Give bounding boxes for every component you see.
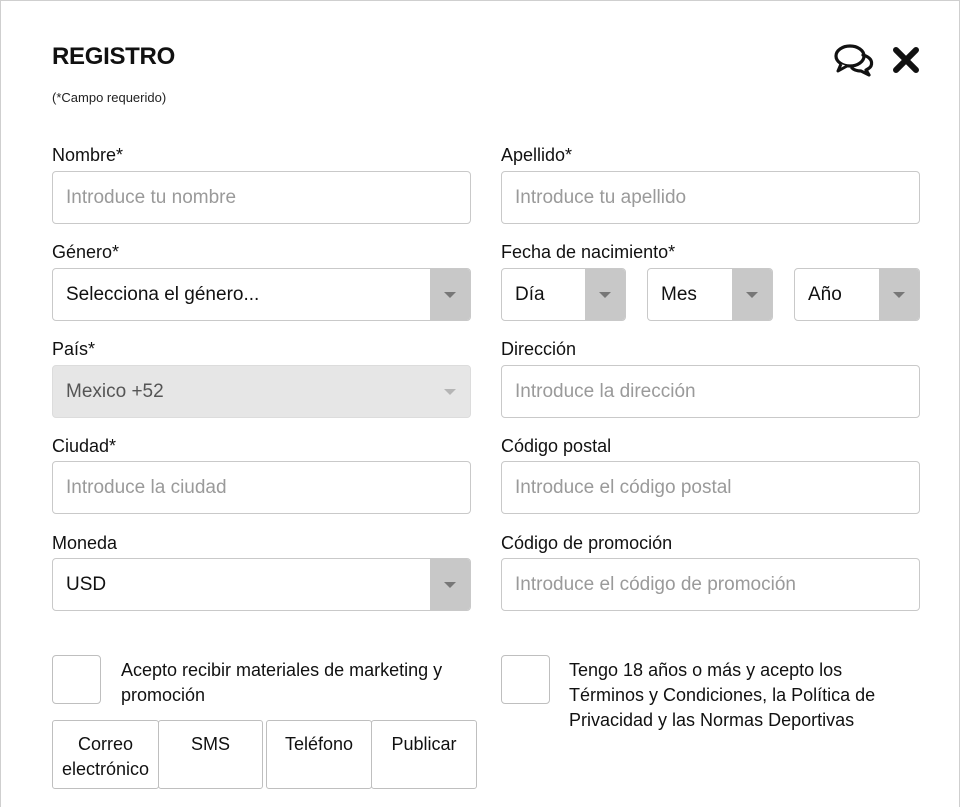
required-note: (*Campo requerido): [52, 90, 167, 105]
first-name-label: Nombre*: [52, 145, 124, 165]
birth-year-select[interactable]: Año: [794, 268, 920, 321]
channel-email-label: Correo: [77, 734, 134, 754]
dropdown-arrow-icon[interactable]: [430, 559, 470, 610]
gender-label: Género*: [52, 242, 120, 262]
country-label: País*: [52, 339, 96, 359]
channel-post-button[interactable]: Publicar: [371, 720, 477, 789]
promo-code-field[interactable]: [501, 558, 920, 611]
chat-bubbles-icon[interactable]: [833, 43, 875, 77]
address-label: Dirección: [501, 339, 577, 359]
close-icon[interactable]: [891, 45, 921, 75]
city-field[interactable]: [52, 461, 471, 514]
marketing-consent-line: Acepto recibir materiales de marketing y: [121, 660, 443, 680]
gender-select-value: Selecciona el género...: [66, 283, 260, 305]
birth-year-value: Año: [808, 283, 842, 305]
marketing-consent-text: Acepto recibir materiales de marketing y…: [121, 658, 442, 708]
registration-modal: REGISTRO (*Campo requerido) Nombre* Apel…: [0, 0, 960, 807]
dropdown-arrow-icon: [430, 366, 470, 417]
birth-month-value: Mes: [661, 283, 697, 305]
age-terms-line: Términos y Condiciones, la Política de: [569, 685, 876, 705]
address-input[interactable]: [515, 366, 919, 417]
last-name-field[interactable]: [501, 171, 920, 224]
last-name-input[interactable]: [515, 172, 919, 223]
page-title: REGISTRO: [52, 43, 175, 70]
city-label: Ciudad*: [52, 436, 117, 456]
channel-email-button[interactable]: Correo electrónico: [52, 720, 159, 789]
promo-code-label: Código de promoción: [501, 533, 673, 553]
marketing-checkbox[interactable]: [52, 655, 101, 704]
dropdown-arrow-icon[interactable]: [879, 269, 919, 320]
first-name-input[interactable]: [66, 172, 470, 223]
channel-email-label: electrónico: [61, 759, 150, 779]
postal-code-input[interactable]: [515, 462, 919, 513]
age-terms-text: Tengo 18 años o más y acepto los Término…: [569, 658, 875, 733]
promo-code-input[interactable]: [515, 559, 919, 610]
address-field[interactable]: [501, 365, 920, 418]
currency-select-value: USD: [66, 573, 107, 595]
birth-day-select[interactable]: Día: [501, 268, 626, 321]
dropdown-arrow-icon[interactable]: [430, 269, 470, 320]
currency-label: Moneda: [52, 533, 118, 553]
last-name-label: Apellido*: [501, 145, 573, 165]
marketing-consent-line: promoción: [121, 685, 206, 705]
postal-code-field[interactable]: [501, 461, 920, 514]
country-select-value: Mexico +52: [66, 380, 164, 402]
birth-date-label: Fecha de nacimiento*: [501, 242, 676, 262]
birth-month-select[interactable]: Mes: [647, 268, 773, 321]
dropdown-arrow-icon[interactable]: [732, 269, 772, 320]
city-input[interactable]: [66, 462, 470, 513]
channel-phone-button[interactable]: Teléfono: [266, 720, 372, 789]
first-name-field[interactable]: [52, 171, 471, 224]
country-select: Mexico +52: [52, 365, 471, 418]
age-terms-checkbox[interactable]: [501, 655, 550, 704]
birth-day-value: Día: [515, 283, 545, 305]
gender-select[interactable]: Selecciona el género...: [52, 268, 471, 321]
postal-code-label: Código postal: [501, 436, 612, 456]
age-terms-line: Tengo 18 años o más y acepto los: [569, 660, 843, 680]
age-terms-line: Privacidad y las Normas Deportivas: [569, 710, 855, 730]
channel-sms-button[interactable]: SMS: [158, 720, 263, 789]
dropdown-arrow-icon[interactable]: [585, 269, 625, 320]
currency-select[interactable]: USD: [52, 558, 471, 611]
